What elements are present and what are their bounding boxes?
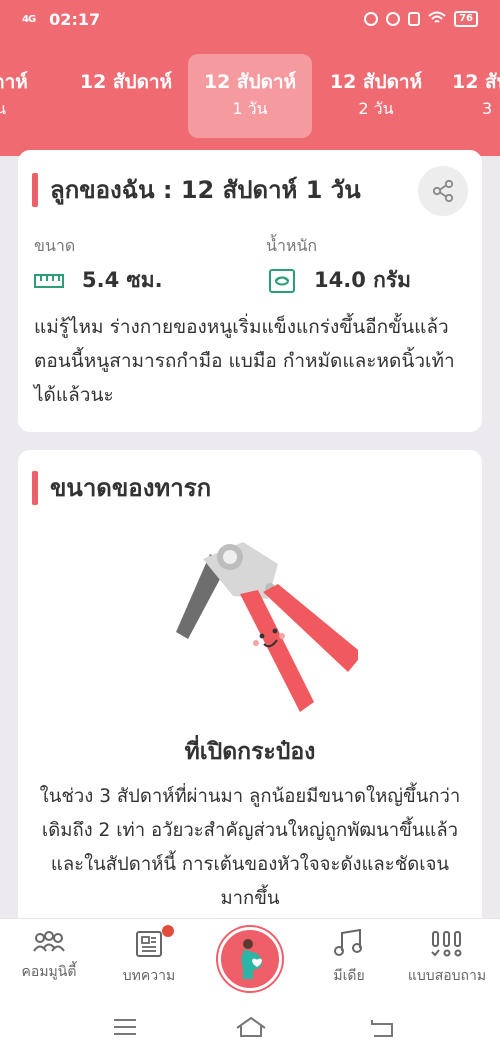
title-accent-bar	[32, 172, 38, 207]
notification-badge	[162, 925, 174, 937]
bottom-nav: คอมมูนิตี้ บทความ มีเดีย แบบสอบถาม	[0, 918, 500, 998]
item-name: ที่เปิดกระป๋อง	[184, 739, 316, 765]
weight-value-row: 14.0 กรัม	[268, 264, 411, 297]
size-label: ขนาด	[34, 236, 76, 255]
scale-icon	[269, 268, 295, 293]
menu-icon[interactable]	[112, 1016, 138, 1038]
nav-quiz[interactable]: แบบสอบถาม	[402, 929, 492, 987]
can-opener-illustration	[176, 542, 358, 712]
weight-label: น้ำหนัก	[266, 236, 318, 255]
back-icon[interactable]	[368, 1016, 396, 1038]
headphone-icon	[364, 12, 379, 26]
vibrate-icon	[408, 12, 421, 26]
articles-icon	[136, 931, 162, 957]
nav-quiz-label: แบบสอบถาม	[407, 968, 487, 984]
pregnant-mother-icon	[241, 939, 262, 979]
share-icon	[432, 179, 454, 203]
week-item[interactable]: ปดาห์ วัน	[0, 54, 66, 138]
system-nav-bar	[0, 998, 500, 1056]
weight-value: 14.0 กรัม	[314, 268, 411, 292]
signal-icon: 4G	[22, 13, 36, 25]
alarm-icon	[386, 12, 401, 26]
nav-media-label: มีเดีย	[333, 968, 365, 984]
title-accent-bar	[32, 470, 38, 505]
home-icon[interactable]	[234, 1016, 268, 1038]
wifi-icon	[428, 10, 446, 29]
week-selector: ปดาห์ วัน 12 สัปดาห์ 12 สัปดาห์ 1 วัน 12…	[0, 38, 500, 156]
card-title: ลูกของฉัน : 12 สัปดาห์ 1 วัน	[32, 170, 361, 209]
baby-info-card: ลูกของฉัน : 12 สัปดาห์ 1 วัน ขนาด 5.4 ซม…	[18, 150, 482, 432]
music-note-icon	[334, 929, 362, 956]
status-bar: 4G 02:17 76	[0, 0, 500, 38]
nav-articles[interactable]: บทความ	[104, 925, 194, 987]
week-item-selected[interactable]: 12 สัปดาห์ 1 วัน	[188, 54, 312, 138]
ruler-icon	[34, 273, 64, 288]
pregnancy-home-button[interactable]	[218, 927, 282, 991]
community-icon	[33, 931, 65, 952]
nav-articles-label: บทความ	[122, 968, 176, 984]
share-button[interactable]	[418, 166, 468, 216]
size-value: 5.4 ซม.	[82, 268, 163, 292]
item-description: ในช่วง 3 สัปดาห์ที่ผ่านมา ลูกน้อยมีขนาดใ…	[39, 786, 461, 909]
nav-community-label: คอมมูนิตี้	[21, 964, 77, 980]
week-item[interactable]: 12 สัป 3	[440, 54, 500, 138]
week-item[interactable]: 12 สัปดาห์	[64, 54, 188, 138]
card-title: ขนาดของทารก	[32, 468, 211, 507]
clock: 02:17	[49, 9, 101, 29]
baby-description: แม่รู้ไหม ร่างกายของหนูเริ่มแข็งแกร่งขึ้…	[34, 316, 455, 406]
nav-community[interactable]: คอมมูนิตี้	[4, 929, 94, 983]
nav-media[interactable]: มีเดีย	[304, 929, 394, 987]
battery-icon: 76	[454, 11, 478, 27]
baby-size-card: ขนาดของทารก ที่เปิดกระป๋อง ในช่วง 3 สัปด…	[18, 450, 482, 930]
week-item[interactable]: 12 สัปดาห์ 2 วัน	[314, 54, 438, 138]
quiz-icon	[431, 931, 462, 957]
size-value-row: 5.4 ซม.	[34, 264, 163, 297]
